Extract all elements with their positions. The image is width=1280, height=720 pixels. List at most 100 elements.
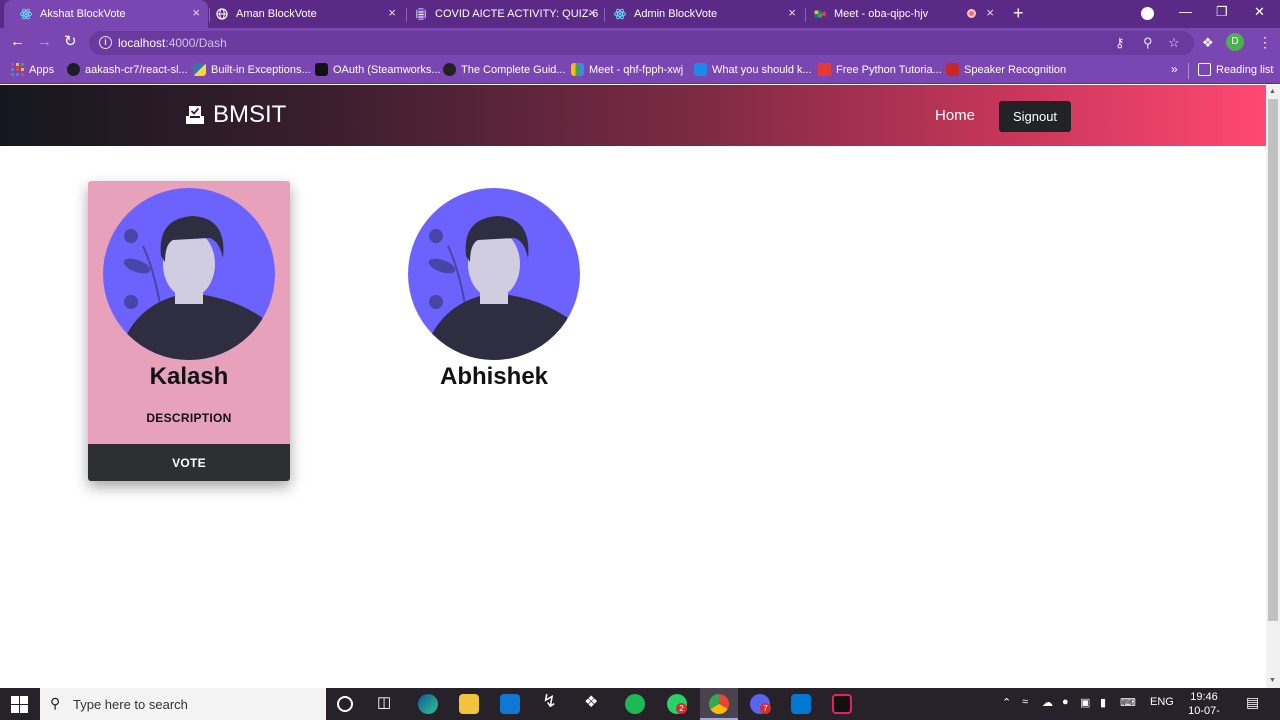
bookmark-github[interactable]: aakash-cr7/react-sl... xyxy=(67,63,188,76)
scroll-down-icon[interactable]: ▼ xyxy=(1269,677,1276,684)
dashboard-page: BMSIT Home Signout Kalash DESCRIPTION VO… xyxy=(0,85,1266,688)
bookmark-label: The Complete Guid... xyxy=(461,63,566,76)
close-icon[interactable]: × xyxy=(788,6,796,20)
nav-home-link[interactable]: Home xyxy=(935,107,975,124)
candidate-card-kalash[interactable]: Kalash DESCRIPTION VOTE xyxy=(88,181,290,481)
aw-icon xyxy=(443,63,456,76)
close-icon[interactable]: × xyxy=(986,6,994,20)
action-center-icon[interactable]: ▤ xyxy=(1246,694,1259,711)
tab-label: Admin BlockVote xyxy=(634,8,718,20)
bookmark-meet[interactable]: Meet - qhf-fpph-xwj xyxy=(571,63,683,76)
intellij-icon[interactable] xyxy=(832,694,852,714)
browser-toolbar: ← → ↻ i localhost:4000/Dash ⚷ ⚲ ☆ ❖ D ⋮ xyxy=(0,28,1280,58)
windows-taskbar: ⚲ Type here to search ◫ ↯ ❖ 2 7 ⌃ ≈ ☁ ● … xyxy=(0,688,1280,720)
bookmark-builtin-exceptions[interactable]: Built-in Exceptions... xyxy=(193,63,311,76)
key-icon[interactable]: ⚷ xyxy=(1115,35,1125,51)
zoom-icon[interactable]: ⚲ xyxy=(1143,35,1153,51)
search-placeholder: Type here to search xyxy=(73,697,188,712)
search-icon: ⚲ xyxy=(50,695,61,711)
reload-icon[interactable]: ↻ xyxy=(64,34,77,50)
sublime-icon[interactable]: ↯ xyxy=(542,691,562,711)
signout-button[interactable]: Signout xyxy=(999,101,1071,132)
battery-icon[interactable]: ▮ xyxy=(1100,696,1106,709)
page-scrollbar[interactable]: ▲ ▼ xyxy=(1266,85,1280,688)
onedrive-icon[interactable]: ☁ xyxy=(1042,696,1053,709)
k-icon xyxy=(946,63,959,76)
app-navbar: BMSIT Home Signout xyxy=(0,85,1266,146)
tab-covid-aicte-quiz[interactable]: COVID AICTE ACTIVITY: QUIZ-6 × xyxy=(399,0,604,28)
discord-badge: 7 xyxy=(760,703,771,714)
forward-arrow-icon[interactable]: → xyxy=(37,34,52,50)
close-icon[interactable]: × xyxy=(588,6,596,20)
bookmark-what-you-should-know[interactable]: What you should k... xyxy=(694,63,812,76)
site-info-icon[interactable]: i xyxy=(99,36,112,49)
mail-icon[interactable] xyxy=(500,694,520,714)
edge-icon[interactable] xyxy=(418,694,438,714)
bookmark-complete-guide[interactable]: The Complete Guid... xyxy=(443,63,566,76)
tab-aman-blockvote[interactable]: Aman BlockVote × xyxy=(200,0,404,28)
vote-button[interactable]: VOTE xyxy=(88,444,290,481)
tab-label: Meet - oba-qipc-hjv xyxy=(834,8,929,20)
bookmark-free-python-tutorial[interactable]: Free Python Tutoria... xyxy=(818,63,942,76)
clock-time: 19:46 xyxy=(1190,691,1218,703)
bookmark-label: Speaker Recognition xyxy=(964,63,1067,76)
address-url[interactable]: localhost:4000/Dash xyxy=(118,36,227,50)
github-icon xyxy=(67,63,80,76)
candidate-description: DESCRIPTION xyxy=(146,411,232,425)
menu-kebab-icon[interactable]: ⋮ xyxy=(1258,34,1272,51)
taskbar-search-box[interactable]: ⚲ Type here to search xyxy=(40,688,326,720)
reading-list-label: Reading list xyxy=(1216,63,1274,76)
close-icon[interactable]: × xyxy=(192,6,200,20)
task-view-icon[interactable]: ◫ xyxy=(377,693,397,713)
whatsapp-badge: 2 xyxy=(676,703,687,714)
tab-admin-blockvote[interactable]: Admin BlockVote × xyxy=(598,0,804,28)
tab-label: Aman BlockVote xyxy=(236,8,317,20)
close-icon[interactable]: × xyxy=(388,6,396,20)
tab-label: Akshat BlockVote xyxy=(40,8,126,20)
window-close-icon[interactable]: ✕ xyxy=(1254,4,1265,20)
cortana-icon[interactable] xyxy=(337,696,353,712)
ballot-box-icon xyxy=(186,106,204,124)
tray-chevron-icon[interactable]: ⌃ xyxy=(1002,696,1011,709)
scrollbar-thumb[interactable] xyxy=(1268,99,1278,621)
bookmark-label: Built-in Exceptions... xyxy=(211,63,311,76)
tab-search-icon[interactable] xyxy=(1141,7,1154,20)
candidate-card-abhishek[interactable]: Abhishek xyxy=(393,181,595,401)
url-host: localhost xyxy=(118,36,166,50)
brand-logo[interactable]: BMSIT xyxy=(183,101,286,129)
tab-akshat-blockvote[interactable]: Akshat BlockVote × xyxy=(4,0,208,28)
new-tab-button[interactable]: + xyxy=(1013,3,1024,24)
windows-start-icon[interactable] xyxy=(11,696,28,713)
back-arrow-icon[interactable]: ← xyxy=(10,34,25,50)
bookmark-apps[interactable]: Apps xyxy=(11,63,54,76)
bookmarks-more-chevron[interactable]: » xyxy=(1171,62,1178,76)
notification-app-icon[interactable]: ▣ xyxy=(1080,696,1090,709)
minimize-icon[interactable]: — xyxy=(1179,4,1192,19)
maximize-icon[interactable]: ❐ xyxy=(1216,4,1228,20)
candidate-avatar-icon xyxy=(103,188,275,360)
file-explorer-icon[interactable] xyxy=(459,694,479,714)
recording-icon xyxy=(967,9,976,18)
dropbox-icon[interactable]: ❖ xyxy=(584,692,604,712)
scroll-up-icon[interactable]: ▲ xyxy=(1269,88,1276,95)
chrome-icon[interactable] xyxy=(709,694,729,714)
bookmark-star-icon[interactable]: ☆ xyxy=(1168,35,1180,51)
clock-date: 10-07-2021 xyxy=(1188,705,1220,720)
play-icon xyxy=(694,63,707,76)
address-bar[interactable]: i localhost:4000/Dash ⚷ ⚲ ☆ xyxy=(89,31,1194,55)
profile-avatar[interactable]: D xyxy=(1226,33,1244,51)
keyboard-icon[interactable]: ⌨ xyxy=(1120,696,1136,709)
language-indicator[interactable]: ENG xyxy=(1150,696,1174,708)
vscode-icon[interactable] xyxy=(791,694,811,714)
bookmark-oauth-steamworks[interactable]: OAuth (Steamworks... xyxy=(315,63,441,76)
extensions-puzzle-icon[interactable]: ❖ xyxy=(1202,35,1214,51)
bookmark-label: Free Python Tutoria... xyxy=(836,63,942,76)
spotify-icon[interactable] xyxy=(625,694,645,714)
bookmark-label: Meet - qhf-fpph-xwj xyxy=(589,63,684,76)
wifi-icon[interactable]: ≈ xyxy=(1022,696,1028,708)
microphone-icon[interactable]: ● xyxy=(1062,696,1069,708)
tab-meet-oba-qipc-hjv[interactable]: Meet - oba-qipc-hjv × xyxy=(798,0,1002,28)
system-clock[interactable]: 19:46 10-07-2021 xyxy=(1178,690,1230,720)
bookmark-speaker-recognition[interactable]: Speaker Recognition xyxy=(946,63,1066,76)
reading-list-button[interactable]: Reading list xyxy=(1198,63,1273,76)
